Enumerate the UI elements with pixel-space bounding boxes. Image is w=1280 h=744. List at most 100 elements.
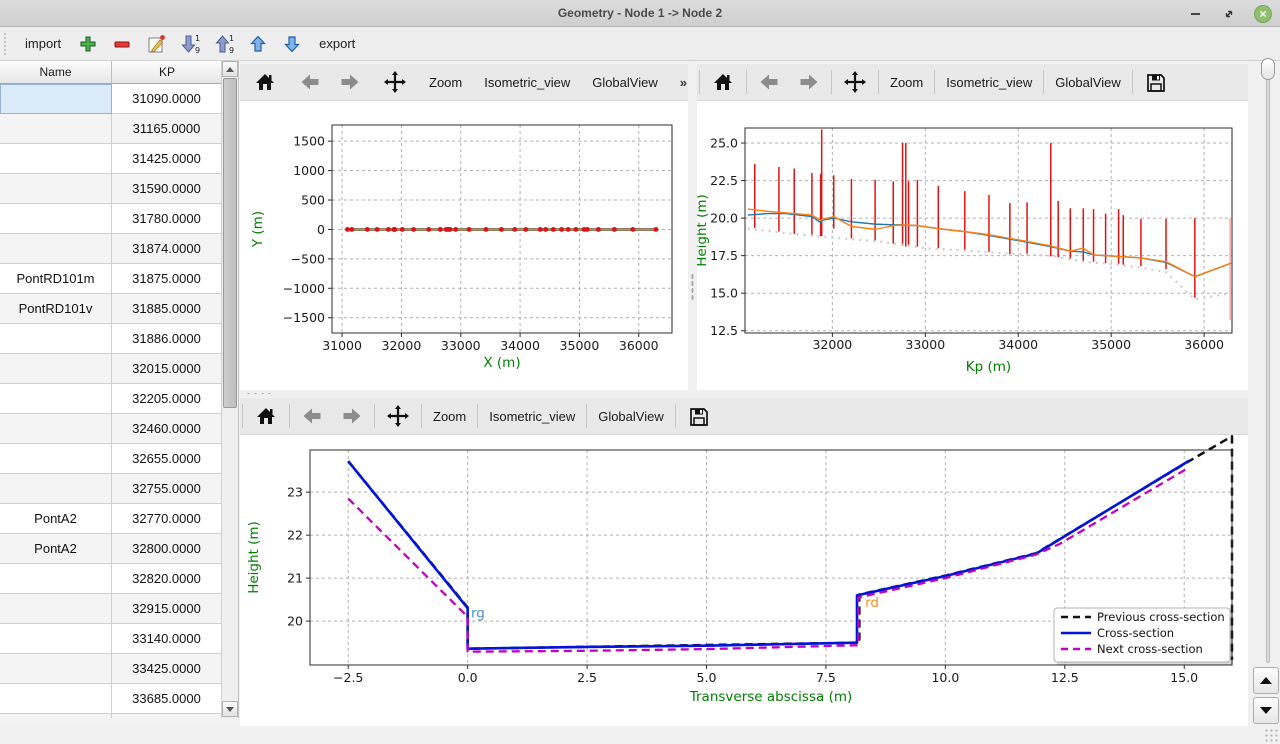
name-cell[interactable] xyxy=(0,114,112,144)
kp-cell[interactable]: 31874.0000 xyxy=(112,234,222,264)
kp-cell[interactable]: 33140.0000 xyxy=(112,624,222,654)
edit-button[interactable] xyxy=(141,31,171,57)
isometric-view-button[interactable]: Isometric_view xyxy=(480,401,584,431)
zoom-button[interactable]: Zoom xyxy=(881,67,932,97)
globalview-button[interactable]: GlobalView xyxy=(583,67,667,97)
panel-up-button[interactable] xyxy=(1253,667,1279,694)
scroll-down-button[interactable] xyxy=(222,701,238,717)
kp-cell[interactable]: 31886.0000 xyxy=(112,324,222,354)
column-header-kp[interactable]: KP xyxy=(112,61,222,83)
kp-cell[interactable]: 31165.0000 xyxy=(112,114,222,144)
name-cell[interactable]: PontRD101m xyxy=(0,264,112,294)
kp-cell[interactable]: 32205.0000 xyxy=(112,384,222,414)
column-header-name[interactable]: Name xyxy=(0,61,112,83)
name-cell[interactable] xyxy=(0,564,112,594)
isometric-view-button[interactable]: Isometric_view xyxy=(937,67,1041,97)
name-cell[interactable] xyxy=(0,714,112,718)
kp-cell[interactable]: 32655.0000 xyxy=(112,444,222,474)
import-button[interactable]: import xyxy=(15,32,71,55)
name-cell[interactable] xyxy=(0,144,112,174)
name-cell[interactable] xyxy=(0,684,112,714)
table-scrollbar[interactable] xyxy=(221,61,238,718)
name-cell[interactable] xyxy=(0,414,112,444)
kp-cell[interactable]: 31885.0000 xyxy=(112,294,222,324)
save-button[interactable] xyxy=(678,401,718,431)
pan-button[interactable] xyxy=(377,401,419,431)
horizontal-splitter[interactable] xyxy=(239,390,1248,397)
kp-cell[interactable]: 31090.0000 xyxy=(112,84,222,114)
plan-view-chart[interactable]: 310003200033000340003500036000−1500−1000… xyxy=(240,101,688,390)
home-button[interactable] xyxy=(245,401,287,431)
kp-cell[interactable]: 32770.0000 xyxy=(112,504,222,534)
kp-cell[interactable]: 31875.0000 xyxy=(112,264,222,294)
kp-cell[interactable]: 32800.0000 xyxy=(112,534,222,564)
close-button[interactable]: × xyxy=(1254,5,1272,23)
maximize-button[interactable] xyxy=(1220,5,1238,23)
pan-button[interactable] xyxy=(834,67,876,97)
globalview-button[interactable]: GlobalView xyxy=(1046,67,1130,97)
name-cell[interactable] xyxy=(0,204,112,234)
name-cell[interactable] xyxy=(0,444,112,474)
back-button[interactable] xyxy=(292,401,332,431)
name-cell[interactable] xyxy=(0,384,112,414)
kp-cell[interactable]: 32755.0000 xyxy=(112,474,222,504)
back-button[interactable] xyxy=(290,67,330,97)
vertical-scrollbar[interactable] xyxy=(1266,65,1270,663)
globalview-button[interactable]: GlobalView xyxy=(589,401,673,431)
move-up-button[interactable] xyxy=(243,31,273,57)
zoom-button[interactable]: Zoom xyxy=(424,401,475,431)
name-cell[interactable] xyxy=(0,594,112,624)
name-cell[interactable] xyxy=(0,234,112,264)
longitudinal-profile-chart[interactable]: 320003300034000350003600012.515.017.520.… xyxy=(697,101,1248,390)
zoom-button[interactable]: Zoom xyxy=(420,67,471,97)
name-cell[interactable] xyxy=(0,354,112,384)
kp-cell[interactable]: 33685.0000 xyxy=(112,684,222,714)
name-cell[interactable] xyxy=(0,654,112,684)
name-cell[interactable]: PontRD101v xyxy=(0,294,112,324)
cross-section-chart[interactable]: −2.50.02.55.07.510.012.515.020212223Tran… xyxy=(240,435,1248,726)
vertical-splitter[interactable] xyxy=(688,61,697,390)
name-cell[interactable] xyxy=(0,174,112,204)
move-down-button[interactable] xyxy=(277,31,307,57)
kp-cell[interactable] xyxy=(112,714,222,718)
home-button[interactable] xyxy=(244,67,286,97)
kp-cell[interactable]: 32915.0000 xyxy=(112,594,222,624)
scroll-up-button[interactable] xyxy=(222,61,238,77)
kp-cell[interactable]: 31425.0000 xyxy=(112,144,222,174)
kp-cell[interactable]: 31590.0000 xyxy=(112,174,222,204)
scrollbar-thumb[interactable] xyxy=(223,78,237,408)
annotation-rg: rg xyxy=(471,606,485,622)
name-cell[interactable]: PontA2 xyxy=(0,534,112,564)
sort-ascending-icon: 1 9 xyxy=(213,33,235,55)
sort-descending-button[interactable]: 1 9 xyxy=(175,31,205,57)
resize-grip[interactable] xyxy=(1264,728,1278,742)
forward-button[interactable] xyxy=(332,401,372,431)
kp-cell[interactable]: 33425.0000 xyxy=(112,654,222,684)
name-cell[interactable] xyxy=(0,624,112,654)
toolbar-grip[interactable] xyxy=(3,32,8,56)
svg-text:36000: 36000 xyxy=(1184,337,1224,352)
kp-cell[interactable]: 32015.0000 xyxy=(112,354,222,384)
name-cell[interactable] xyxy=(0,474,112,504)
svg-text:9: 9 xyxy=(229,46,234,55)
isometric-view-button[interactable]: Isometric_view xyxy=(475,67,579,97)
back-button[interactable] xyxy=(749,67,789,97)
panel-down-button[interactable] xyxy=(1253,697,1279,724)
kp-cell[interactable]: 32820.0000 xyxy=(112,564,222,594)
name-cell[interactable]: PontA2 xyxy=(0,504,112,534)
name-cell[interactable] xyxy=(0,324,112,354)
kp-cell[interactable]: 31780.0000 xyxy=(112,204,222,234)
export-button[interactable]: export xyxy=(309,32,365,55)
name-cell[interactable] xyxy=(0,84,112,114)
home-button[interactable] xyxy=(702,67,744,97)
kp-cell[interactable]: 32460.0000 xyxy=(112,414,222,444)
scrollbar-thumb[interactable] xyxy=(1261,58,1275,80)
pan-button[interactable] xyxy=(374,67,416,97)
minimize-button[interactable] xyxy=(1186,5,1204,23)
forward-button[interactable] xyxy=(330,67,370,97)
add-button[interactable] xyxy=(73,31,103,57)
remove-button[interactable] xyxy=(107,31,137,57)
sort-ascending-button[interactable]: 1 9 xyxy=(209,31,239,57)
save-button[interactable] xyxy=(1135,67,1175,97)
forward-button[interactable] xyxy=(789,67,829,97)
